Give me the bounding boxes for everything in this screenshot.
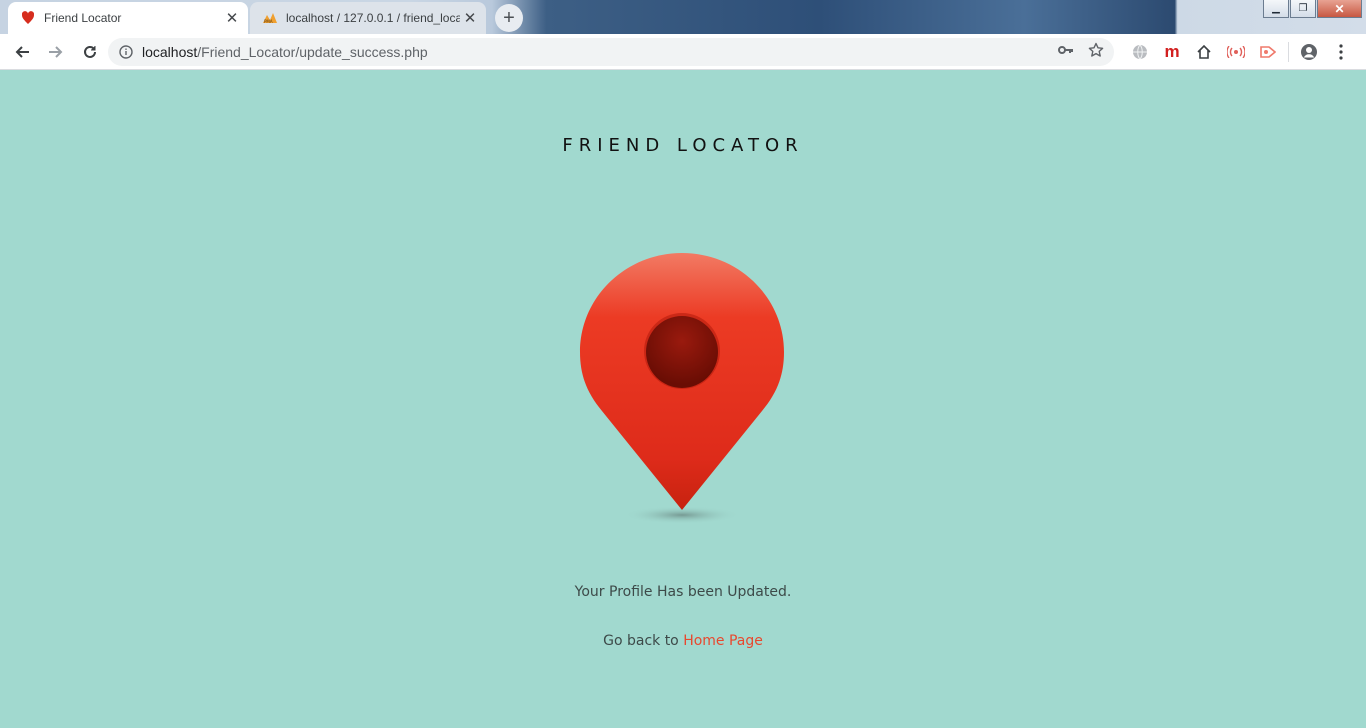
home-page-link[interactable]: Home Page — [683, 633, 763, 649]
window-controls: ▁ ❐ ✕ — [1263, 0, 1362, 18]
page-content: FRIEND LOCATOR Your Profile Has been Upd… — [0, 71, 1366, 728]
back-button[interactable] — [6, 36, 38, 68]
star-icon[interactable] — [1088, 42, 1104, 63]
url-host: localhost — [142, 44, 198, 60]
broadcast-icon[interactable] — [1220, 36, 1252, 68]
extensions-area: m — [1124, 34, 1357, 70]
home-icon[interactable] — [1188, 36, 1220, 68]
globe-icon[interactable] — [1124, 36, 1156, 68]
tab-phpmyadmin[interactable]: PMA localhost / 127.0.0.1 / friend_loca … — [250, 2, 486, 34]
update-success-message: Your Profile Has been Updated. — [574, 584, 792, 600]
go-back-prefix: Go back to — [603, 633, 684, 649]
browser-toolbar: localhost/Friend_Locator/update_success.… — [0, 34, 1366, 70]
address-bar[interactable]: localhost/Friend_Locator/update_success.… — [108, 38, 1114, 66]
close-tab-icon[interactable]: ✕ — [460, 8, 480, 28]
tab-friend-locator[interactable]: Friend Locator ✕ — [8, 2, 248, 34]
svg-text:PMA: PMA — [264, 19, 273, 24]
go-back-line: Go back to Home Page — [0, 633, 1366, 649]
toolbar-divider — [1288, 42, 1289, 62]
close-tab-icon[interactable]: ✕ — [222, 8, 242, 28]
menu-icon[interactable] — [1325, 36, 1357, 68]
minimize-icon[interactable]: ▁ — [1263, 0, 1289, 18]
phpmyadmin-icon: PMA — [262, 10, 278, 26]
tab-title: localhost / 127.0.0.1 / friend_loca — [286, 11, 460, 25]
arrow-left-icon — [15, 45, 29, 58]
restore-icon[interactable]: ❐ — [1290, 0, 1316, 18]
new-tab-button[interactable]: + — [495, 4, 523, 32]
map-pin-icon — [574, 251, 790, 531]
cast-icon[interactable] — [1252, 36, 1284, 68]
m-extension-icon[interactable]: m — [1156, 36, 1188, 68]
heart-pin-icon — [20, 10, 36, 26]
page-title: FRIEND LOCATOR — [562, 135, 804, 156]
tab-title: Friend Locator — [44, 11, 122, 25]
arrow-right-icon — [49, 45, 63, 58]
close-window-icon[interactable]: ✕ — [1317, 0, 1362, 18]
forward-button[interactable] — [40, 36, 72, 68]
info-icon[interactable] — [118, 44, 134, 60]
url-text: localhost/Friend_Locator/update_success.… — [142, 44, 1058, 60]
url-path: /Friend_Locator/update_success.php — [197, 44, 428, 60]
account-icon[interactable] — [1293, 36, 1325, 68]
key-icon[interactable] — [1058, 43, 1074, 61]
reload-button[interactable] — [74, 36, 106, 68]
browser-title-bar: Friend Locator ✕ PMA localhost / 127.0.0… — [0, 0, 1366, 34]
reload-icon — [84, 45, 96, 58]
